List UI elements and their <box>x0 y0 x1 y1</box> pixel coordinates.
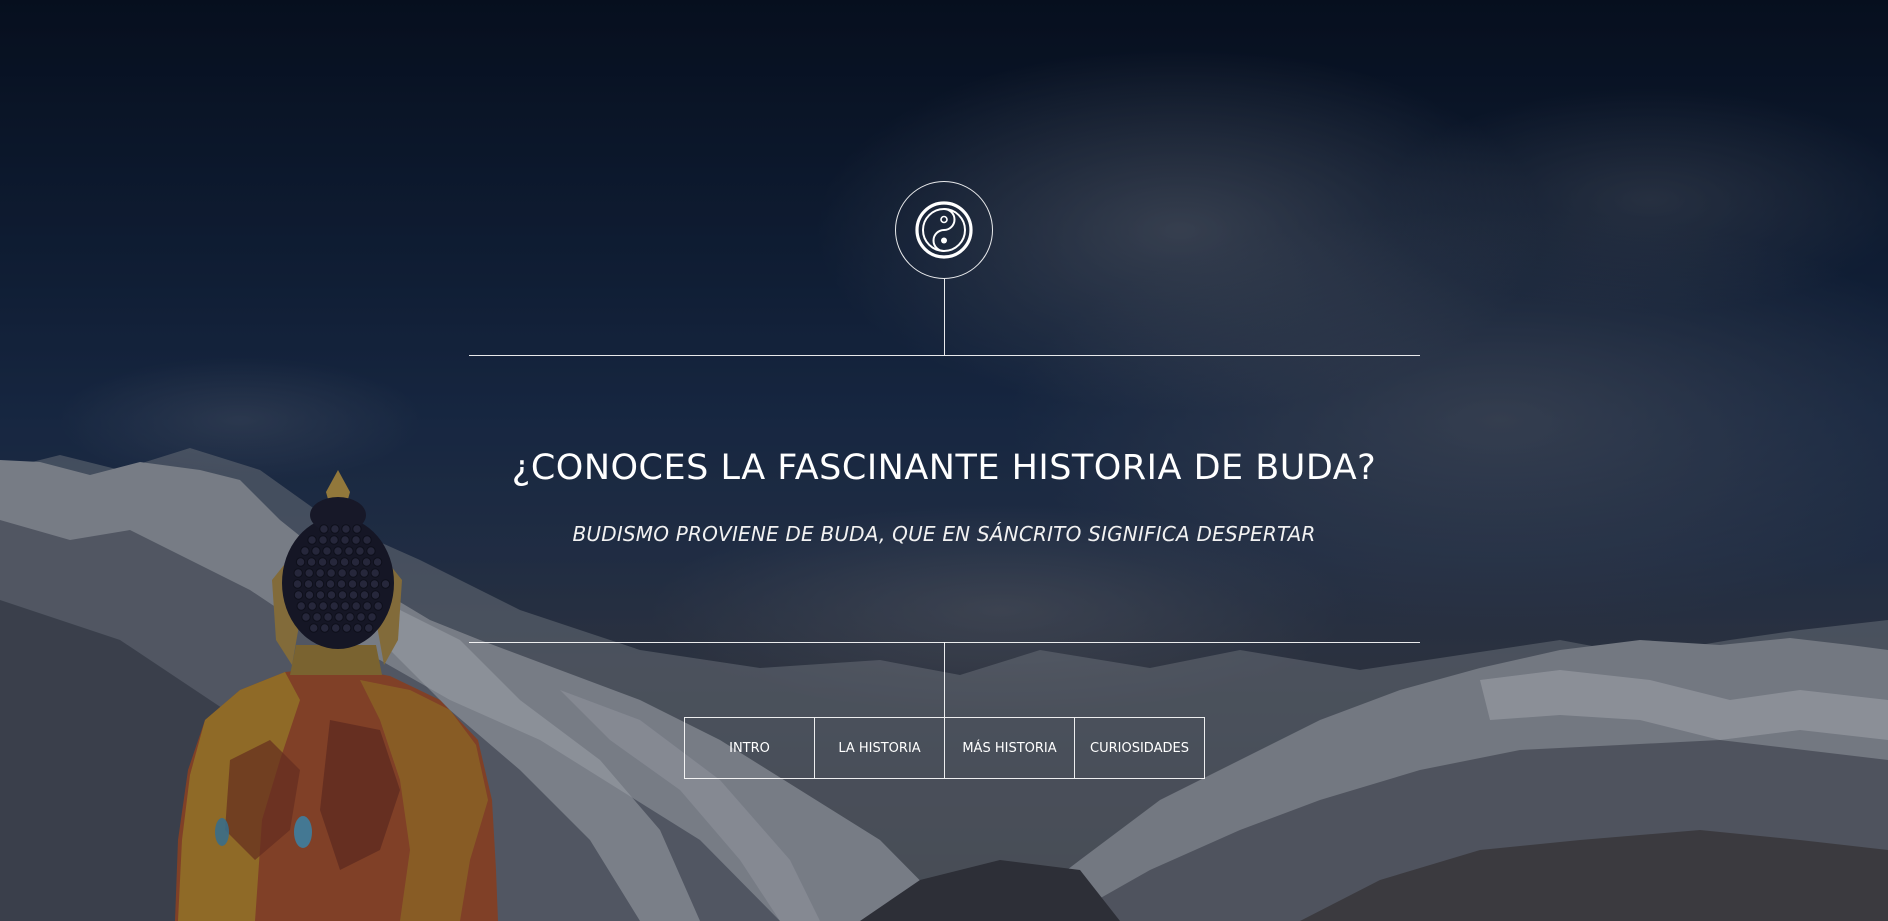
divider-top <box>469 355 1420 356</box>
nav-item-mas-historia[interactable]: MÁS HISTORIA <box>945 718 1075 778</box>
page-title: ¿CONOCES LA FASCINANTE HISTORIA DE BUDA? <box>511 448 1377 488</box>
hero-section: ¿CONOCES LA FASCINANTE HISTORIA DE BUDA?… <box>0 0 1888 921</box>
page-subtitle: BUDISMO PROVIENE DE BUDA, QUE EN SÁNCRIT… <box>572 522 1316 546</box>
connector-line-bottom <box>944 642 945 717</box>
nav-item-curiosidades[interactable]: CURIOSIDADES <box>1075 718 1204 778</box>
emblem-circle <box>895 181 993 279</box>
nav-item-intro[interactable]: INTRO <box>685 718 815 778</box>
yin-yang-icon <box>915 201 973 259</box>
connector-line-top <box>944 279 945 355</box>
section-nav: INTRO LA HISTORIA MÁS HISTORIA CURIOSIDA… <box>684 717 1205 779</box>
nav-item-la-historia[interactable]: LA HISTORIA <box>815 718 945 778</box>
